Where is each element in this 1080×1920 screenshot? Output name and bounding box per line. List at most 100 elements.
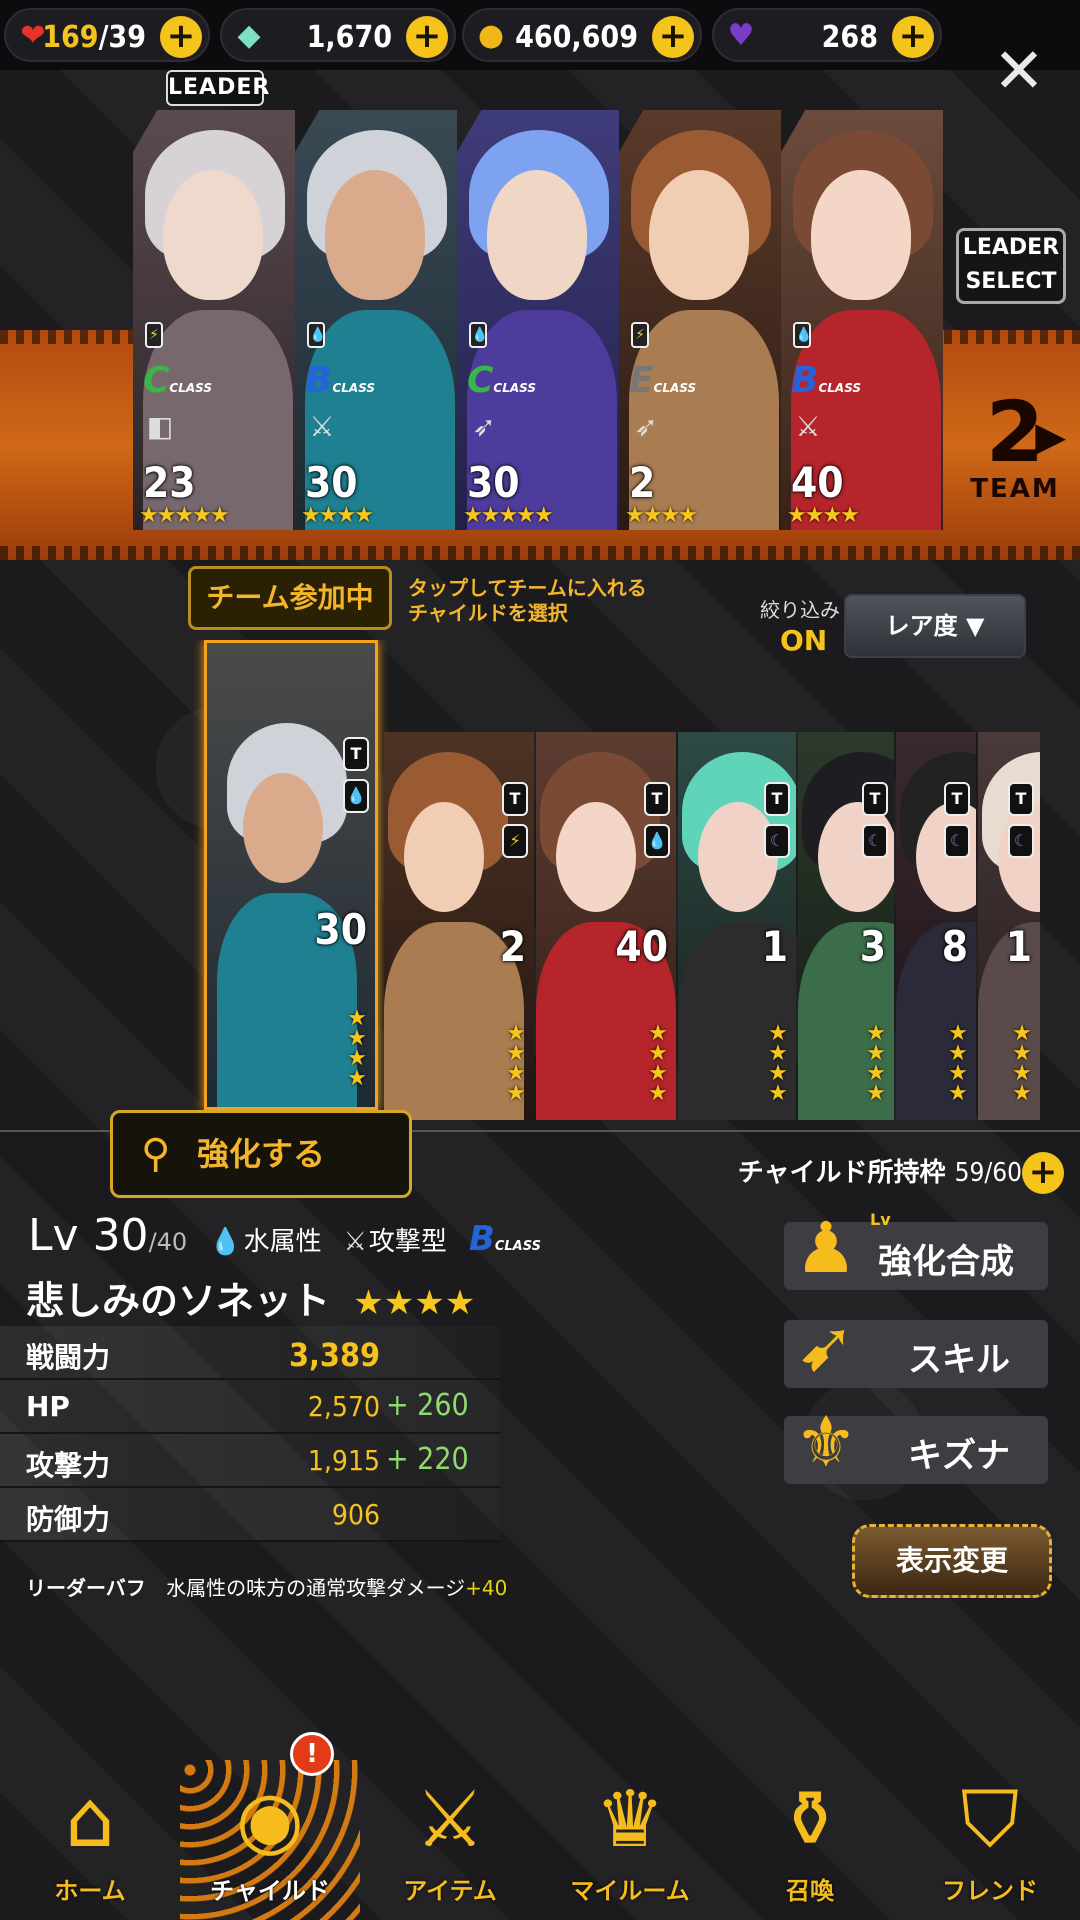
nav-item[interactable]: ⚔ アイテム <box>360 1760 540 1920</box>
member-level: 30 <box>305 458 358 507</box>
coin-value: 460,609 <box>515 20 638 55</box>
nav-label: アイテム <box>403 1877 497 1905</box>
child-level: 30 <box>314 905 367 954</box>
leader-buff-value: +40 <box>465 1576 508 1600</box>
slots-plus-button[interactable]: + <box>1022 1152 1064 1194</box>
stat-row-power: 戦闘力 3,389 <box>0 1326 500 1380</box>
friend-shield-icon: ⛉ <box>960 1775 1020 1865</box>
stat-label: 攻撃力 <box>26 1449 111 1482</box>
arrow-ring-icon: ➹ <box>796 1305 856 1387</box>
child-card[interactable]: T ☾ 1 ★★★★ <box>678 732 796 1120</box>
winged-emblem-icon: ⚜ <box>794 1401 858 1483</box>
t-badge: T <box>944 782 970 816</box>
class-badge: ECLASS <box>629 360 697 401</box>
class-badge: CCLASS <box>467 360 537 401</box>
stat-label: 防御力 <box>26 1503 111 1536</box>
water-attr-icon: 💧 <box>644 824 670 858</box>
child-card[interactable]: T ☾ 3 ★★★★ <box>798 732 894 1120</box>
level-line: Lv 30/40 💧水属性 ⚔攻撃型 BCLASS <box>28 1210 541 1261</box>
nav-home[interactable]: ⌂ ホーム <box>0 1760 180 1920</box>
member-level: 40 <box>791 458 844 507</box>
team-member-1[interactable]: ⚡ CCLASS ◧ 23 ★★★★★ <box>133 110 295 530</box>
gold-coin-icon: ● <box>477 18 505 53</box>
child-card-selected[interactable]: T 💧 30 ★★★★ <box>204 640 378 1110</box>
water-attr-icon: 💧 <box>793 322 812 348</box>
t-badge: T <box>502 782 528 816</box>
role-label: 攻撃型 <box>368 1227 447 1257</box>
nav-myroom[interactable]: ♛ マイルーム <box>540 1760 720 1920</box>
child-card[interactable]: T 💧 40 ★★★★ <box>536 732 676 1120</box>
close-icon[interactable]: ✕ <box>988 40 1050 102</box>
coin-plus-button[interactable]: + <box>652 16 694 58</box>
child-card[interactable]: T ☾ 1 ★★★★ <box>978 732 1040 1120</box>
nav-child[interactable]: ◉ チャイルド <box>180 1760 360 1920</box>
rarity-stars: ★★★★★ <box>139 503 230 528</box>
fusion-button[interactable]: ♟ Lv 強化合成 <box>784 1207 1048 1290</box>
nav-friend[interactable]: ⛉ フレンド <box>900 1760 1080 1920</box>
gem-counter: ◆ 1,670 + <box>220 8 456 62</box>
enhance-button[interactable]: ⚲ 強化する <box>110 1110 412 1198</box>
resource-bar: ❤ 169/39 + ◆ 1,670 + ● 460,609 + ♥ 268 + <box>0 0 1080 70</box>
leader-tag: LEADER <box>166 70 269 106</box>
stat-value: 1,915 <box>307 1444 380 1477</box>
team-member-4[interactable]: ⚡ ECLASS ➶ 2 ★★★★ <box>619 110 781 530</box>
wing-type-icon: ➶ <box>472 410 496 443</box>
dark-attr-icon: ☾ <box>764 824 790 858</box>
leader-buff: リーダーバフ 水属性の味方の通常攻撃ダメージ+40 <box>26 1572 507 1601</box>
rarity-stars: ★★★★★ <box>463 503 554 528</box>
sword-shield-icon: ⚔ <box>415 1775 485 1865</box>
child-name: 悲しみのソネット ★★★★ <box>26 1270 475 1325</box>
child-level: 3 <box>859 922 886 971</box>
stat-value: 906 <box>331 1498 380 1531</box>
class-badge: BCLASS <box>791 360 862 401</box>
team-switcher[interactable]: 2 ▶ TEAM <box>970 390 1066 504</box>
class-badge: BCLASS <box>468 1219 541 1259</box>
water-attr-icon: 💧 <box>307 322 326 348</box>
search-icon: ⚲ <box>141 1131 171 1177</box>
lightning-attr-icon: ⚡ <box>502 824 528 858</box>
class-badge: CCLASS <box>143 360 213 401</box>
attribute-label: 水属性 <box>243 1227 322 1257</box>
stamina-plus-button[interactable]: + <box>160 16 202 58</box>
water-attr-icon: 💧 <box>343 779 369 813</box>
dark-attr-icon: ☾ <box>862 824 888 858</box>
bond-label: キズナ <box>908 1436 1010 1476</box>
child-list: T 💧 30 ★★★★ T ⚡ 2 ★★★★ T 💧 40 ★★★★ T ☾ 1… <box>0 640 1080 1120</box>
next-team-icon[interactable]: ▶ <box>1035 414 1066 460</box>
view-change-button[interactable]: 表示変更 <box>852 1524 1052 1598</box>
bond-button[interactable]: ⚜ キズナ <box>784 1401 1048 1484</box>
stat-bonus: + 220 <box>386 1442 469 1477</box>
nav-summon[interactable]: ⚱ 召喚 <box>720 1760 900 1920</box>
rarity-stars: ★★★★ <box>1012 1021 1032 1106</box>
t-badge: T <box>1008 782 1034 816</box>
member-level: 2 <box>629 458 656 507</box>
filter-label: 絞り込み <box>760 598 840 622</box>
crossed-swords-icon: ⚔ <box>309 410 335 443</box>
tap-hint: タップしてチームに入れる チャイルドを選択 <box>408 576 647 625</box>
water-attr-icon: 💧 <box>209 1227 242 1257</box>
child-level: 1 <box>1005 922 1032 971</box>
rarity-stars: ★★★★ <box>506 1021 526 1106</box>
rarity-stars: ★★★★ <box>948 1021 968 1106</box>
child-level: 1 <box>761 922 788 971</box>
stat-row-attack: 攻撃力 1,915 + 220 <box>0 1434 500 1488</box>
lightning-attr-icon: ⚡ <box>631 322 649 348</box>
team-member-5[interactable]: 💧 BCLASS ⚔ 40 ★★★★ <box>781 110 943 530</box>
rainbow-gem-icon: ◆ <box>237 18 261 53</box>
leader-select-button[interactable]: LEADER SELECT <box>956 228 1066 304</box>
fusion-lv-badge: Lv <box>870 1210 891 1229</box>
leader-buff-label: リーダーバフ <box>26 1576 146 1600</box>
child-card[interactable]: T ⚡ 2 ★★★★ <box>384 732 534 1120</box>
child-level: 40 <box>615 922 668 971</box>
child-card[interactable]: T ☾ 8 ★★★★ <box>896 732 976 1120</box>
gem-plus-button[interactable]: + <box>406 16 448 58</box>
team-member-3[interactable]: 💧 CCLASS ➶ 30 ★★★★★ <box>457 110 619 530</box>
crown-wreath-icon: ♛ <box>595 1775 665 1865</box>
lv-prefix: Lv <box>28 1210 79 1261</box>
skill-button[interactable]: ➹ スキル <box>784 1305 1048 1388</box>
stamina-current: 169 <box>42 20 99 55</box>
stat-row-hp: HP 2,570 + 260 <box>0 1380 500 1434</box>
crystal-plus-button[interactable]: + <box>892 16 934 58</box>
team-member-2[interactable]: 💧 BCLASS ⚔ 30 ★★★★ <box>295 110 457 530</box>
class-badge: BCLASS <box>305 360 376 401</box>
